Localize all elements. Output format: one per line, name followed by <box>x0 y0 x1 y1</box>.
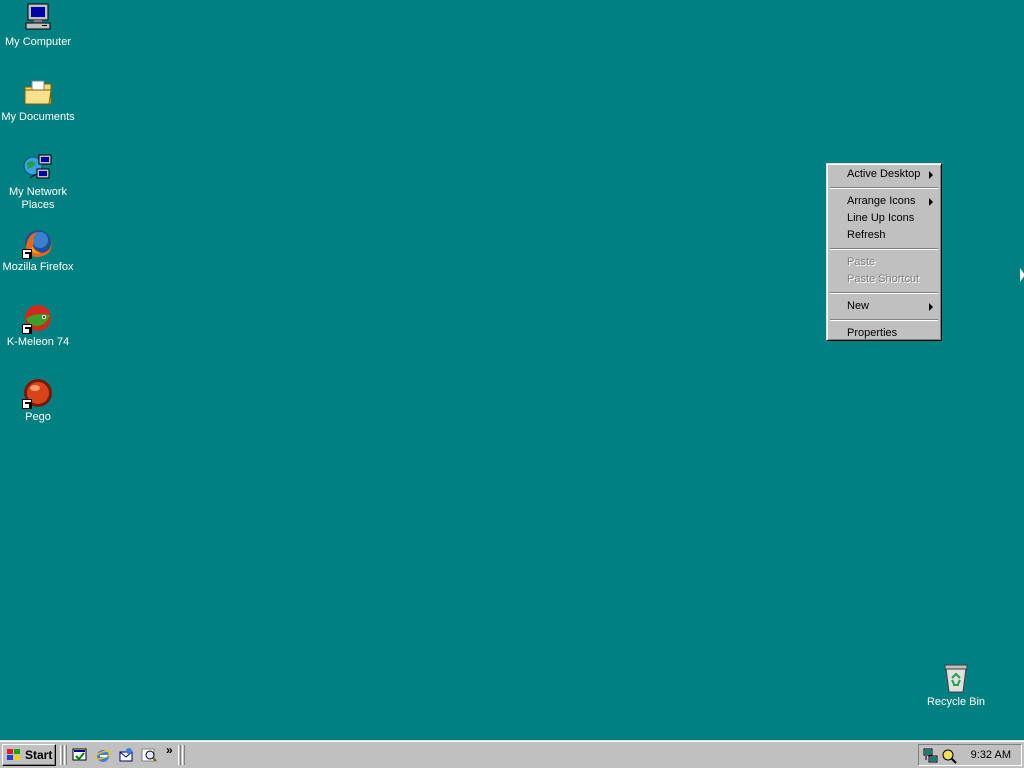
toolbar-grip[interactable] <box>60 745 63 765</box>
menu-separator <box>830 248 938 250</box>
pego-icon <box>22 377 54 409</box>
toolbar-grip[interactable] <box>64 745 67 765</box>
computer-icon <box>22 2 54 34</box>
desktop-icon-label: My Documents <box>1 111 75 123</box>
desktop-icon-my-network-places[interactable]: My Network Places <box>0 152 76 212</box>
desktop-icon-label: Mozilla Firefox <box>2 261 74 273</box>
desktop-icon-label: Pego <box>25 411 51 423</box>
menu-item-label: Paste <box>847 256 876 268</box>
folder-icon <box>22 77 54 109</box>
mouse-cursor-icon <box>1020 268 1024 282</box>
menu-item-arrange-icons[interactable]: Arrange Icons <box>829 193 939 210</box>
taskbar: Start » 9:32 AM <box>0 740 1024 768</box>
menu-item-paste: Paste <box>829 254 939 271</box>
taskbar-clock[interactable]: 9:32 AM <box>971 745 1011 765</box>
desktop-icon-label: My Network <box>8 186 68 198</box>
desktop-icon-label: K-Meleon 74 <box>6 336 70 348</box>
quick-launch-chevron-icon[interactable]: » <box>166 744 173 756</box>
network-icon <box>22 152 54 184</box>
menu-item-label: Refresh <box>847 229 886 241</box>
recycle-bin-icon <box>940 662 972 694</box>
submenu-arrow-icon <box>929 171 933 179</box>
search-icon[interactable] <box>141 747 157 763</box>
desktop-icon-label: Places <box>21 199 55 211</box>
start-button[interactable]: Start <box>2 744 56 766</box>
menu-separator <box>830 292 938 294</box>
menu-item-refresh[interactable]: Refresh <box>829 227 939 244</box>
desktop-icon-recycle-bin[interactable]: Recycle Bin <box>918 662 994 709</box>
menu-item-properties[interactable]: Properties <box>829 325 939 342</box>
start-label: Start <box>25 748 53 762</box>
shortcut-arrow-icon <box>22 324 32 334</box>
menu-separator <box>830 319 938 321</box>
windows-logo-icon <box>7 749 20 760</box>
desktop-icon-label: Recycle Bin <box>926 696 986 708</box>
kmeleon-icon <box>22 302 54 334</box>
menu-separator <box>830 187 938 189</box>
search-tray-icon[interactable] <box>941 748 957 764</box>
menu-item-label: Line Up Icons <box>847 212 915 224</box>
desktop-icon-pego[interactable]: Pego <box>0 377 76 424</box>
menu-item-paste-shortcut: Paste Shortcut <box>829 271 939 288</box>
outlook-express-icon[interactable] <box>118 747 134 763</box>
internet-explorer-icon[interactable] <box>95 747 111 763</box>
desktop-icon-k-meleon[interactable]: K-Meleon 74 <box>0 302 76 349</box>
desktop-icon-label: My Computer <box>4 36 72 48</box>
toolbar-grip[interactable] <box>182 745 185 765</box>
system-tray: 9:32 AM <box>918 744 1022 766</box>
submenu-arrow-icon <box>929 198 933 206</box>
menu-item-new[interactable]: New <box>829 298 939 315</box>
show-desktop-icon[interactable] <box>72 747 88 763</box>
desktop-context-menu: Active Desktop Arrange Icons Line Up Ico… <box>826 163 942 341</box>
firefox-icon <box>22 227 54 259</box>
menu-item-label: Active Desktop <box>847 168 921 180</box>
menu-item-label: Properties <box>847 327 898 339</box>
menu-item-label: New <box>847 300 870 312</box>
menu-item-active-desktop[interactable]: Active Desktop <box>829 166 939 183</box>
shortcut-arrow-icon <box>22 249 32 259</box>
submenu-arrow-icon <box>929 303 933 311</box>
network-tray-icon[interactable] <box>923 748 939 764</box>
desktop-icon-mozilla-firefox[interactable]: Mozilla Firefox <box>0 227 76 274</box>
desktop-icon-my-documents[interactable]: My Documents <box>0 77 76 124</box>
toolbar-grip[interactable] <box>178 745 181 765</box>
menu-item-line-up-icons[interactable]: Line Up Icons <box>829 210 939 227</box>
shortcut-arrow-icon <box>22 399 32 409</box>
desktop[interactable]: My Computer My Documents My Network Plac… <box>0 0 1024 740</box>
menu-item-label: Arrange Icons <box>847 195 916 207</box>
menu-item-label: Paste Shortcut <box>847 273 920 285</box>
desktop-icon-my-computer[interactable]: My Computer <box>0 2 76 49</box>
